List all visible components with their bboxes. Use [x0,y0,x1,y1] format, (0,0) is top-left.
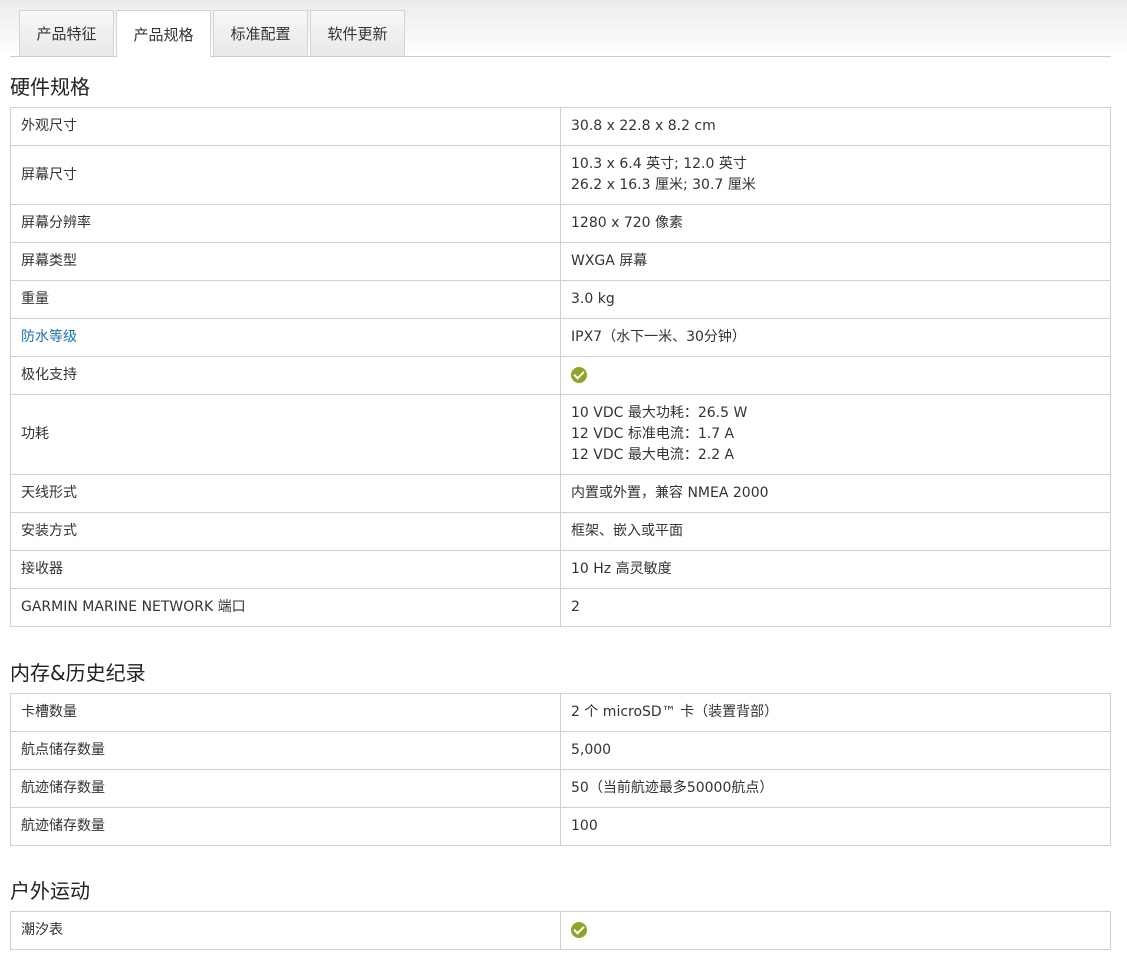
spec-value: 2 [560,588,1111,627]
spec-label: 屏幕分辨率 [10,204,561,243]
table-row: 天线形式 内置或外置，兼容 NMEA 2000 [10,474,1111,513]
section-outdoor: 户外运动 潮汐表 [10,871,1111,950]
table-row: 接收器 10 Hz 高灵敏度 [10,550,1111,589]
section-memory: 内存&历史纪录 卡槽数量 2 个 microSD™ 卡（装置背部） 航点储存数量… [10,653,1111,846]
spec-label: 功耗 [10,394,561,475]
spec-value-line: 12 VDC 最大电流：2.2 A [571,447,735,463]
spec-value-line: 10 VDC 最大功耗：26.5 W [571,405,748,421]
table-row: 极化支持 [10,356,1111,395]
spec-label: 安装方式 [10,512,561,551]
table-row: 卡槽数量 2 个 microSD™ 卡（装置背部） [10,693,1111,732]
spec-value [560,356,1111,395]
checkmark-icon [571,922,587,938]
tab-features[interactable]: 产品特征 [19,10,114,56]
spec-label: 潮汐表 [10,911,561,950]
table-row: 屏幕尺寸 10.3 x 6.4 英寸; 12.0 英寸 26.2 x 16.3 … [10,145,1111,205]
spec-label: 航迹储存数量 [10,769,561,808]
table-row: 外观尺寸 30.8 x 22.8 x 8.2 cm [10,107,1111,146]
spec-label: 外观尺寸 [10,107,561,146]
spec-label: 极化支持 [10,356,561,395]
spec-label: 接收器 [10,550,561,589]
tab-software-updates[interactable]: 软件更新 [310,10,405,56]
table-row: 功耗 10 VDC 最大功耗：26.5 W 12 VDC 标准电流：1.7 A … [10,394,1111,475]
spec-value: 3.0 kg [560,280,1111,319]
spec-value: 30.8 x 22.8 x 8.2 cm [560,107,1111,146]
spec-value: 10 Hz 高灵敏度 [560,550,1111,589]
spec-value: 10 VDC 最大功耗：26.5 W 12 VDC 标准电流：1.7 A 12 … [560,394,1111,475]
spec-value: WXGA 屏幕 [560,242,1111,281]
table-row: 航迹储存数量 100 [10,807,1111,846]
spec-value: 内置或外置，兼容 NMEA 2000 [560,474,1111,513]
section-title: 户外运动 [10,879,90,903]
section-title: 硬件规格 [10,75,90,99]
spec-label: 航点储存数量 [10,731,561,770]
table-row: 防水等级 IPX7（水下一米、30分钟） [10,318,1111,357]
spec-label: 屏幕尺寸 [10,145,561,205]
spec-value: 框架、嵌入或平面 [560,512,1111,551]
table-row: 航点储存数量 5,000 [10,731,1111,770]
spec-label: 重量 [10,280,561,319]
spec-value: IPX7（水下一米、30分钟） [560,318,1111,357]
section-hardware: 硬件规格 外观尺寸 30.8 x 22.8 x 8.2 cm 屏幕尺寸 10.3… [10,67,1111,627]
spec-value: 10.3 x 6.4 英寸; 12.0 英寸 26.2 x 16.3 厘米; 3… [560,145,1111,205]
spec-label: 天线形式 [10,474,561,513]
table-row: 潮汐表 [10,911,1111,950]
spec-table: 卡槽数量 2 个 microSD™ 卡（装置背部） 航点储存数量 5,000 航… [10,693,1111,846]
table-row: 屏幕分辨率 1280 x 720 像素 [10,204,1111,243]
spec-value: 2 个 microSD™ 卡（装置背部） [560,693,1111,732]
spec-label: 卡槽数量 [10,693,561,732]
spec-value: 1280 x 720 像素 [560,204,1111,243]
spec-value-line: 10.3 x 6.4 英寸; 12.0 英寸 [571,156,747,172]
spec-value-line: 26.2 x 16.3 厘米; 30.7 厘米 [571,177,756,193]
table-row: 屏幕类型 WXGA 屏幕 [10,242,1111,281]
table-row: 航迹储存数量 50（当前航迹最多50000航点） [10,769,1111,808]
table-row: GARMIN MARINE NETWORK 端口 2 [10,588,1111,627]
spec-value: 100 [560,807,1111,846]
section-title: 内存&历史纪录 [10,661,146,685]
spec-label: 屏幕类型 [10,242,561,281]
spec-value: 50（当前航迹最多50000航点） [560,769,1111,808]
spec-label: GARMIN MARINE NETWORK 端口 [10,588,561,627]
tab-in-the-box[interactable]: 标准配置 [213,10,308,56]
spec-value-line: 12 VDC 标准电流：1.7 A [571,426,735,442]
spec-label-cell: 防水等级 [10,318,561,357]
spec-label: 航迹储存数量 [10,807,561,846]
spec-table: 潮汐表 [10,911,1111,950]
spec-value: 5,000 [560,731,1111,770]
tab-specs[interactable]: 产品规格 [116,10,211,57]
table-row: 重量 3.0 kg [10,280,1111,319]
checkmark-icon [571,367,587,383]
spec-table: 外观尺寸 30.8 x 22.8 x 8.2 cm 屏幕尺寸 10.3 x 6.… [10,107,1111,627]
table-row: 安装方式 框架、嵌入或平面 [10,512,1111,551]
spec-value [560,911,1111,950]
tab-bar: 产品特征 产品规格 标准配置 软件更新 [19,10,405,57]
waterproof-rating-link[interactable]: 防水等级 [21,329,77,345]
